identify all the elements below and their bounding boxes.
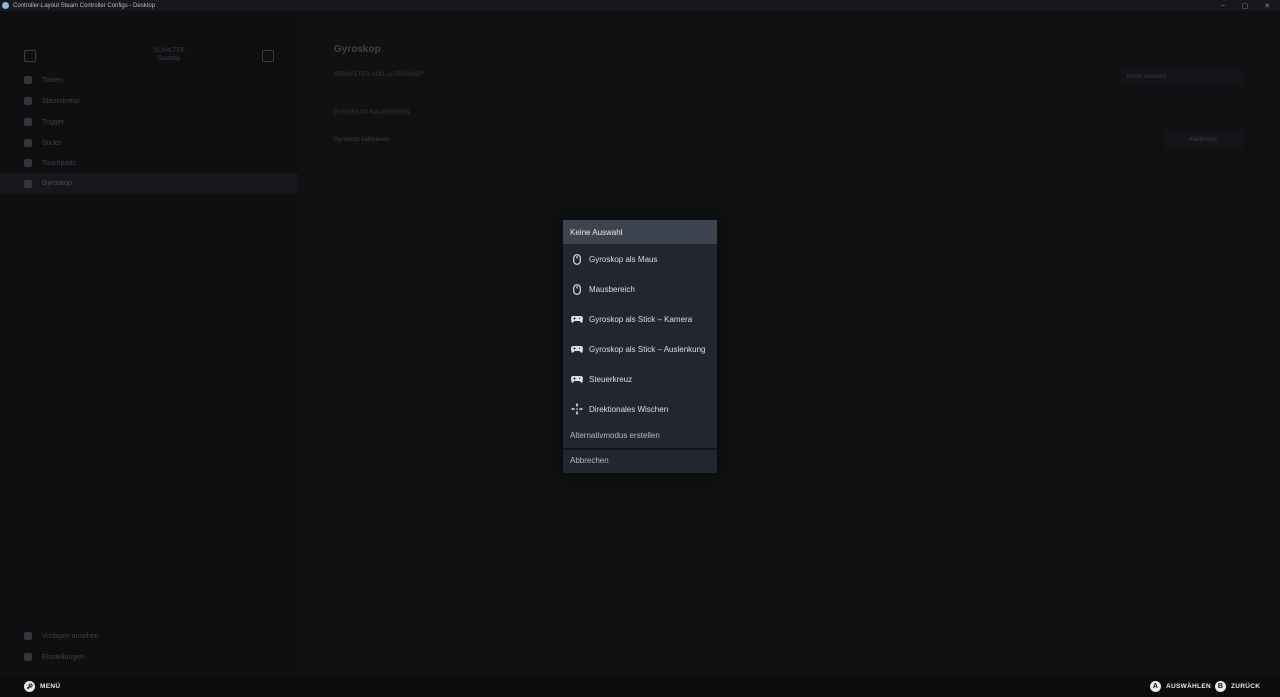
back-hint[interactable]: B ZURÜCK <box>1215 680 1260 692</box>
title-bar: Controller-Layout Steam Controller Confi… <box>0 0 1280 11</box>
sidebar-header: SCHALTER Desktop <box>24 47 274 67</box>
sidebar-item-label: Sticks <box>42 139 61 147</box>
gamepad-icon <box>571 313 583 325</box>
menu-item-label: Gyroskop als Stick – Auslenkung <box>589 344 706 354</box>
templates-icon <box>24 632 32 640</box>
trigger-icon <box>24 118 32 126</box>
behavior-select[interactable]: Keine Auswahl <box>1121 69 1243 85</box>
sidebar-item-touchpads[interactable]: Touchpads <box>24 157 284 169</box>
mode-menu: Keine Auswahl Gyroskop als Maus Mausbere… <box>563 220 717 473</box>
menu-item-gyro-stick-deflection[interactable]: Gyroskop als Stick – Auslenkung <box>563 334 717 364</box>
footer-bar: MENÜ A AUSWÄHLEN B ZURÜCK <box>0 675 1280 697</box>
gamepad-icon <box>571 343 583 355</box>
menu-item-gyro-stick-camera[interactable]: Gyroskop als Stick – Kamera <box>563 304 717 334</box>
swipe-icon <box>571 403 583 415</box>
select-hint-label: AUSWÄHLEN <box>1166 682 1211 690</box>
calibrate-section-heading: GYROSKOP KALIBRIEREN <box>334 110 410 116</box>
menu-item-label: Gyroskop als Stick – Kamera <box>589 314 693 324</box>
menu-item-label: Steuerkreuz <box>589 374 633 384</box>
b-button-icon: B <box>1215 680 1226 692</box>
behavior-label: VERHALTEN VON „GYROSKOP“ <box>334 72 425 78</box>
window-title: Controller-Layout Steam Controller Confi… <box>13 2 156 9</box>
steam-button-icon <box>24 680 35 692</box>
menu-hint-label: MENÜ <box>40 682 61 690</box>
sidebar-item-label: Vorlagen ansehen <box>42 632 99 640</box>
layout-icon[interactable] <box>262 50 274 62</box>
menu-item-label: Mausbereich <box>589 284 635 294</box>
menu-item-gyro-mouse[interactable]: Gyroskop als Maus <box>563 244 717 274</box>
maximize-button[interactable]: ▢ <box>1234 0 1256 11</box>
buttons-icon <box>24 76 32 84</box>
calibrate-label: Gyroskop kalibrieren <box>334 137 390 143</box>
sidebar-item-gyroskop[interactable]: Gyroskop <box>0 173 298 194</box>
minimize-button[interactable]: – <box>1212 0 1234 11</box>
sidebar-item-label: Steuerkreuz <box>42 97 80 105</box>
stick-icon <box>24 139 32 147</box>
menu-item-mouse-region[interactable]: Mausbereich <box>563 274 717 304</box>
sidebar-heading-line1: SCHALTER <box>153 48 185 54</box>
sidebar: SCHALTER Desktop Tasten Steuerkreuz Trig… <box>0 11 298 675</box>
menu-hint[interactable]: MENÜ <box>24 680 60 692</box>
calibrate-button[interactable]: Kalibrieren <box>1165 131 1243 148</box>
menu-item-label: Gyroskop als Maus <box>589 254 658 264</box>
sidebar-item-einstellungen[interactable]: Einstellungen <box>24 651 284 663</box>
gamepad-icon <box>571 373 583 385</box>
sidebar-item-label: Gyroskop <box>42 180 72 187</box>
menu-item-directional-swipe[interactable]: Direktionales Wischen <box>563 394 717 424</box>
menu-divider <box>563 448 717 450</box>
sidebar-item-tasten[interactable]: Tasten <box>24 74 284 86</box>
page-title: Gyroskop <box>334 44 381 55</box>
create-alt-mode-button[interactable]: Alternativmodus erstellen <box>570 431 660 440</box>
back-hint-label: ZURÜCK <box>1231 682 1261 690</box>
menu-item-dpad[interactable]: Steuerkreuz <box>563 364 717 394</box>
menu-item-keine-auswahl[interactable]: Keine Auswahl <box>563 220 717 244</box>
close-button[interactable]: ✕ <box>1256 0 1278 11</box>
sidebar-item-steuerkreuz[interactable]: Steuerkreuz <box>24 95 284 107</box>
sidebar-heading-line2: Desktop <box>157 56 180 62</box>
dpad-icon <box>24 97 32 105</box>
touchpad-icon <box>24 159 32 167</box>
sidebar-item-vorlagen[interactable]: Vorlagen ansehen <box>24 630 284 642</box>
mouse-icon <box>571 283 583 295</box>
mouse-icon <box>571 253 583 265</box>
sidebar-item-label: Einstellungen <box>42 653 85 661</box>
menu-item-label: Direktionales Wischen <box>589 404 669 414</box>
sidebar-heading: SCHALTER Desktop <box>129 47 209 63</box>
controller-icon[interactable] <box>24 50 36 62</box>
gyro-icon <box>24 179 32 188</box>
sidebar-item-sticks[interactable]: Sticks <box>24 137 284 149</box>
sidebar-item-label: Tasten <box>42 76 63 84</box>
select-hint[interactable]: A AUSWÄHLEN <box>1150 680 1211 692</box>
sidebar-item-trigger[interactable]: Trigger <box>24 116 284 128</box>
sidebar-item-label: Trigger <box>42 118 64 126</box>
a-button-icon: A <box>1150 680 1161 692</box>
sidebar-item-label: Touchpads <box>42 159 76 167</box>
cancel-button[interactable]: Abbrechen <box>570 456 609 465</box>
steam-icon <box>2 2 9 9</box>
settings-icon <box>24 653 32 661</box>
